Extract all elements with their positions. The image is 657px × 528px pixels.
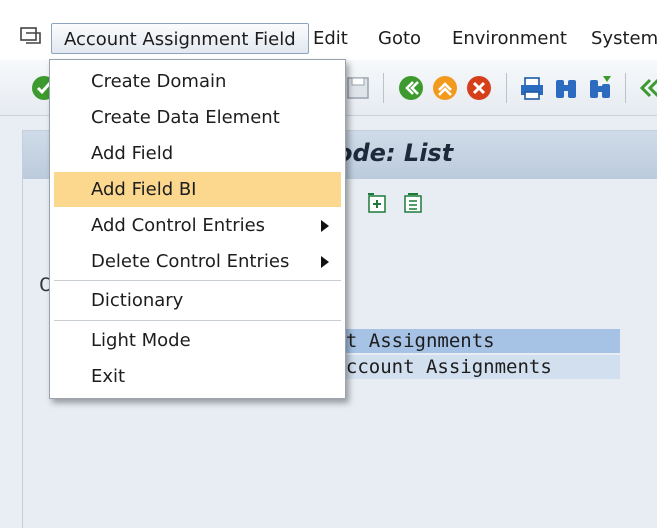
menu-goto[interactable]: Goto — [378, 23, 421, 54]
menu-item-label: Dictionary — [91, 290, 184, 311]
menu-item-add-field[interactable]: Add Field — [54, 136, 341, 171]
collapse-icon[interactable] — [402, 193, 424, 215]
page-title: ode: List — [336, 139, 454, 167]
submenu-arrow-icon — [321, 256, 329, 268]
toolbar-separator — [506, 73, 507, 103]
menu-item-label: Create Domain — [91, 71, 227, 92]
system-menu-icon[interactable] — [20, 27, 42, 45]
menu-item-label: Add Control Entries — [91, 215, 266, 236]
print-icon[interactable] — [518, 74, 546, 102]
menu-item-create-domain[interactable]: Create Domain — [54, 64, 341, 99]
menu-item-delete-control-entries[interactable]: Delete Control Entries — [54, 244, 341, 279]
back-icon[interactable] — [397, 74, 425, 102]
menu-item-add-field-bi[interactable]: Add Field BI — [54, 172, 341, 207]
menu-separator — [54, 280, 341, 281]
submenu-arrow-icon — [321, 220, 329, 232]
cancel-icon[interactable] — [465, 74, 493, 102]
menu-item-dictionary[interactable]: Dictionary — [54, 283, 341, 318]
menu-item-exit[interactable]: Exit — [54, 359, 341, 394]
menu-item-label: Light Mode — [91, 330, 191, 351]
menu-item-create-data-element[interactable]: Create Data Element — [54, 100, 341, 135]
menu-system[interactable]: System — [591, 23, 657, 54]
menu-item-label: Delete Control Entries — [91, 251, 290, 272]
menu-item-label: Create Data Element — [91, 107, 280, 128]
menu-item-light-mode[interactable]: Light Mode — [54, 323, 341, 358]
save-icon[interactable] — [344, 74, 372, 102]
menu-edit[interactable]: Edit — [313, 23, 348, 54]
toolbar-separator — [383, 73, 384, 103]
menu-bar: Account Assignment Field Edit Goto Envir… — [0, 0, 657, 60]
menu-account-assignment-field[interactable]: Account Assignment Field — [51, 23, 309, 54]
menu-item-label: Add Field — [91, 143, 174, 164]
menu-separator — [54, 320, 341, 321]
toolbar-separator — [625, 73, 626, 103]
menu-item-label: Add Field BI — [91, 179, 197, 200]
menu-environment[interactable]: Environment — [452, 23, 567, 54]
menu-item-add-control-entries[interactable]: Add Control Entries — [54, 208, 341, 243]
expand-icon[interactable] — [366, 193, 388, 215]
find-next-icon[interactable] — [586, 74, 614, 102]
find-icon[interactable] — [552, 74, 580, 102]
menu-item-label: Exit — [91, 366, 126, 387]
exit-icon[interactable] — [431, 74, 459, 102]
account-assignment-dropdown: Create Domain Create Data Element Add Fi… — [49, 59, 346, 399]
list-item-selected[interactable]: unt Assignments — [323, 329, 620, 353]
first-page-icon[interactable] — [636, 74, 657, 102]
list-item[interactable]: Acccount Assignments — [323, 355, 620, 379]
